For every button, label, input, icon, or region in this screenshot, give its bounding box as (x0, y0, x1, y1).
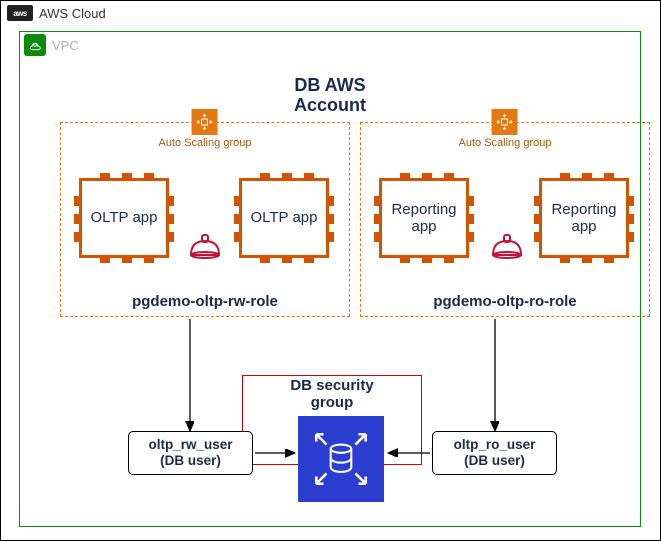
connector-lines (20, 32, 642, 528)
aws-logo-icon: aws (7, 5, 33, 21)
aws-cloud-text: AWS Cloud (39, 6, 106, 21)
aws-cloud-container: aws AWS Cloud VPC DB AWS Account Auto Sc… (0, 0, 661, 541)
vpc-container: VPC DB AWS Account Auto Scaling group OL… (19, 31, 641, 527)
aws-cloud-label: aws AWS Cloud (7, 5, 106, 21)
